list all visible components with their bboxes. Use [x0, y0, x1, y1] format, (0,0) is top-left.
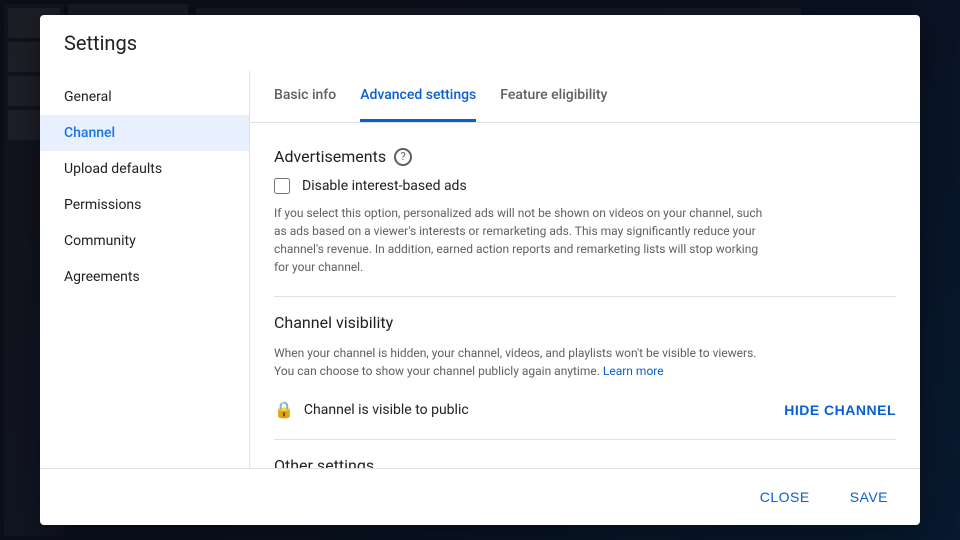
nav-item-upload-defaults[interactable]: Upload defaults [40, 151, 249, 187]
disable-ads-checkbox[interactable] [274, 178, 290, 194]
tab-content: Advertisements ? Disable interest-based … [250, 123, 920, 468]
close-button[interactable]: CLOSE [744, 481, 826, 513]
other-settings-title: Other settings [274, 456, 896, 468]
visibility-text: Channel is visible to public [304, 402, 469, 418]
channel-vis-description: When your channel is hidden, your channe… [274, 344, 764, 380]
save-button[interactable]: SAVE [834, 481, 904, 513]
settings-content: Basic info Advanced settings Feature eli… [250, 71, 920, 468]
advertisements-section-title: Advertisements ? [274, 147, 896, 166]
lock-icon: 🔒 [274, 400, 294, 419]
section-divider-2 [274, 439, 896, 440]
tab-basic-info[interactable]: Basic info [274, 71, 336, 122]
disable-ads-label: Disable interest-based ads [302, 178, 467, 194]
disable-ads-row: Disable interest-based ads [274, 178, 896, 194]
dialog-header: Settings [40, 15, 920, 71]
learn-more-link[interactable]: Learn more [603, 364, 664, 378]
nav-item-permissions[interactable]: Permissions [40, 187, 249, 223]
settings-nav: General Channel Upload defaults Permissi… [40, 71, 250, 468]
visibility-left: 🔒 Channel is visible to public [274, 400, 469, 419]
tabs-bar: Basic info Advanced settings Feature eli… [250, 71, 920, 123]
channel-visibility-section-title: Channel visibility [274, 313, 896, 332]
hide-channel-button[interactable]: HIDE CHANNEL [784, 402, 896, 418]
nav-item-general[interactable]: General [40, 79, 249, 115]
nav-item-agreements[interactable]: Agreements [40, 259, 249, 295]
help-icon[interactable]: ? [394, 148, 412, 166]
visibility-row: 🔒 Channel is visible to public HIDE CHAN… [274, 396, 896, 423]
section-divider [274, 296, 896, 297]
nav-item-community[interactable]: Community [40, 223, 249, 259]
dialog-title: Settings [64, 31, 137, 55]
tab-advanced-settings[interactable]: Advanced settings [360, 71, 476, 122]
tab-feature-eligibility[interactable]: Feature eligibility [500, 71, 607, 122]
nav-item-channel[interactable]: Channel [40, 115, 249, 151]
dialog-body: General Channel Upload defaults Permissi… [40, 71, 920, 468]
dialog-footer: CLOSE SAVE [40, 468, 920, 525]
modal-overlay: Settings General Channel Upload defaults… [0, 0, 960, 540]
ads-description: If you select this option, personalized … [274, 204, 764, 276]
settings-dialog: Settings General Channel Upload defaults… [40, 15, 920, 525]
